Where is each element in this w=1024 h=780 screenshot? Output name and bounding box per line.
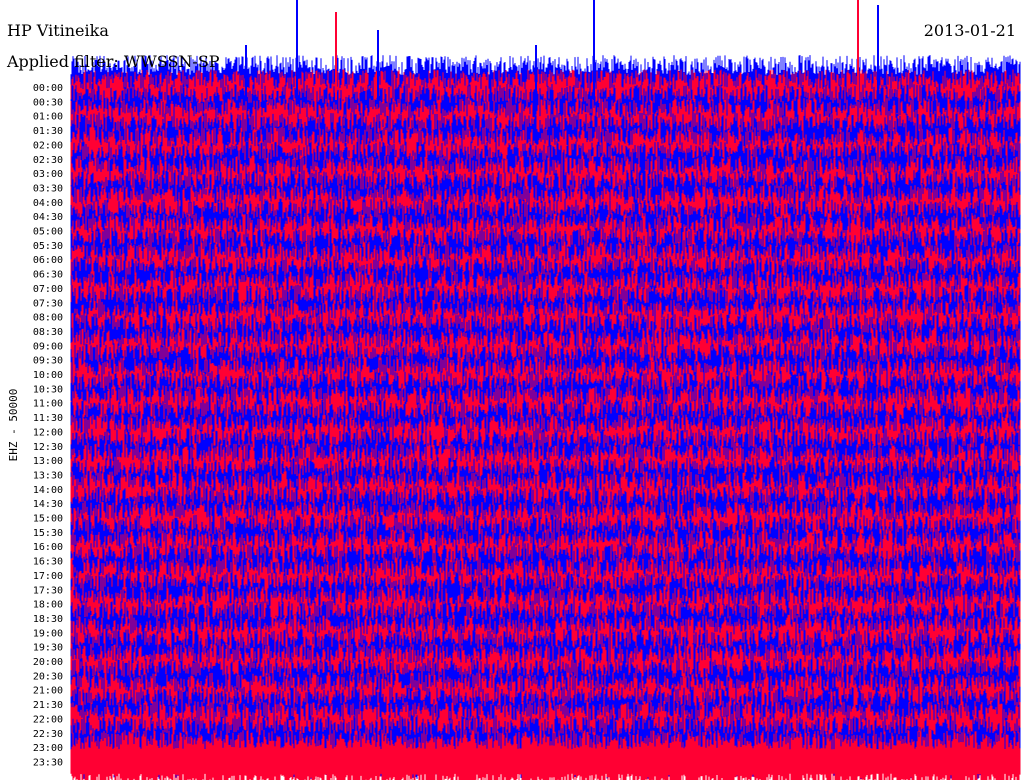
time-tick-label: 11:00 [33, 399, 63, 410]
time-tick-label: 17:00 [33, 571, 63, 582]
time-tick-label: 07:30 [33, 298, 63, 309]
time-tick-label: 22:00 [33, 714, 63, 725]
time-tick-label: 20:30 [33, 671, 63, 682]
time-tick-label: 02:30 [33, 155, 63, 166]
time-tick-label: 17:30 [33, 585, 63, 596]
time-tick-label: 19:00 [33, 628, 63, 639]
time-tick-label: 13:30 [33, 470, 63, 481]
time-tick-label: 00:00 [33, 83, 63, 94]
time-tick-label: 03:30 [33, 183, 63, 194]
time-tick-label: 20:00 [33, 657, 63, 668]
time-tick-label: 02:00 [33, 140, 63, 151]
time-tick-label: 23:00 [33, 743, 63, 754]
time-tick-label: 01:30 [33, 126, 63, 137]
time-tick-label: 21:30 [33, 700, 63, 711]
helicorder-chart: 00:00 00:30 01:00 01:30 02:00 02:30 03:00 03:30… [0, 0, 1024, 780]
time-tick-label: 10:00 [33, 370, 63, 381]
time-tick-label: 00:30 [33, 97, 63, 108]
time-tick-label: 16:00 [33, 542, 63, 553]
time-tick-label: 14:00 [33, 485, 63, 496]
time-tick-label: 10:30 [33, 384, 63, 395]
time-tick-label: 06:00 [33, 255, 63, 266]
time-tick-label: 12:30 [33, 442, 63, 453]
time-tick-label: 01:00 [33, 112, 63, 123]
filter-label: Applied filter: WWSSN-SP [6, 52, 220, 71]
time-tick-label: 13:00 [33, 456, 63, 467]
time-tick-label: 15:00 [33, 514, 63, 525]
time-tick-label: 04:00 [33, 198, 63, 209]
time-tick-label: 21:00 [33, 686, 63, 697]
time-tick-label: 15:30 [33, 528, 63, 539]
time-tick-label: 18:00 [33, 600, 63, 611]
time-tick-label: 19:30 [33, 643, 63, 654]
time-tick-label: 14:30 [33, 499, 63, 510]
time-tick-label: 05:00 [33, 227, 63, 238]
time-tick-label: 05:30 [33, 241, 63, 252]
time-tick-label: 12:00 [33, 427, 63, 438]
y-axis-label: EHZ - 50000 [7, 389, 20, 462]
seismic-traces [70, 0, 1021, 780]
time-tick-label: 08:00 [33, 313, 63, 324]
time-tick-label: 09:00 [33, 341, 63, 352]
date-label: 2013-01-21 [924, 21, 1016, 40]
time-tick-label: 22:30 [33, 729, 63, 740]
time-tick-label: 23:30 [33, 757, 63, 768]
time-tick-label: 09:30 [33, 356, 63, 367]
helicorder-plot: 00:00 00:30 01:00 01:30 02:00 02:30 03:00 03:30… [0, 0, 1024, 780]
time-tick-label: 06:30 [33, 270, 63, 281]
time-tick-label: 11:30 [33, 413, 63, 424]
time-tick-label: 04:30 [33, 212, 63, 223]
station-title: HP Vitineika [7, 21, 109, 40]
time-tick-label: 08:30 [33, 327, 63, 338]
time-tick-label: 16:30 [33, 557, 63, 568]
time-tick-label: 07:00 [33, 284, 63, 295]
time-tick-label: 18:30 [33, 614, 63, 625]
time-tick-label: 03:00 [33, 169, 63, 180]
